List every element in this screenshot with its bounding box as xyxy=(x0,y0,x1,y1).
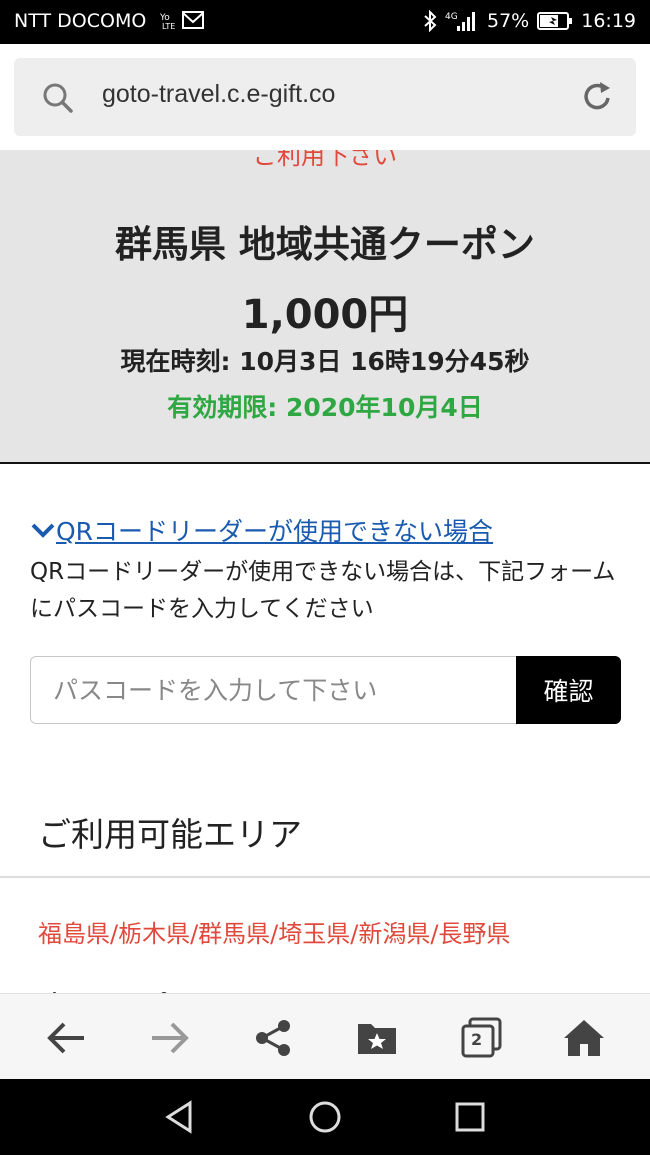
qr-description: QRコードリーダーが使用できない場合は、下記フォームにパスコードを入力してくださ… xyxy=(30,559,616,622)
coupon-header: ご利用下さい 群馬県 地域共通クーポン 1,000円 現在時刻: 10月3日 1… xyxy=(0,150,650,464)
forward-arrow-icon xyxy=(152,1022,189,1054)
battery-percent: 57% xyxy=(487,10,530,32)
url-text[interactable]: goto-travel.c.e-gift.co xyxy=(102,80,335,109)
coupon-cut-text: ご利用下さい xyxy=(253,150,397,170)
svg-text:LTE: LTE xyxy=(162,22,175,30)
home-circle-icon[interactable] xyxy=(307,1099,343,1135)
qr-link-label: QRコードリーダーが使用できない場合 xyxy=(56,517,494,546)
carrier-name: NTT DOCOMO xyxy=(14,10,147,32)
back-triangle-icon[interactable] xyxy=(162,1099,198,1135)
recents-square-icon[interactable] xyxy=(452,1099,488,1135)
tabs-button[interactable]: 2 xyxy=(459,1016,503,1060)
divider xyxy=(0,876,650,878)
qr-unavailable-link[interactable]: QRコードリーダーが使用できない場合 xyxy=(30,512,493,548)
address-bar[interactable]: goto-travel.c.e-gift.co xyxy=(14,58,636,136)
home-icon xyxy=(564,1020,604,1056)
area-list: 福島県/栃木県/群馬県/埼玉県/新潟県/長野県 xyxy=(38,920,511,948)
system-nav-bar xyxy=(0,1079,650,1155)
battery-icon xyxy=(537,12,573,30)
share-button[interactable] xyxy=(251,1016,295,1060)
back-arrow-icon xyxy=(47,1022,84,1054)
bluetooth-icon xyxy=(424,10,437,32)
expiry-date: 有効期限: 2020年10月4日 xyxy=(167,393,483,422)
browser-address-area: goto-travel.c.e-gift.co xyxy=(0,44,650,150)
confirm-button[interactable]: 確認 xyxy=(516,656,621,724)
search-icon xyxy=(43,83,73,113)
area-heading: ご利用可能エリア xyxy=(38,815,302,854)
tab-count: 2 xyxy=(471,1030,483,1049)
chevron-down-icon xyxy=(31,523,55,538)
back-button[interactable] xyxy=(44,1016,88,1060)
forward-button[interactable] xyxy=(148,1016,192,1060)
signal-4g-icon: 4G xyxy=(445,12,475,31)
home-button[interactable] xyxy=(562,1016,606,1060)
svg-text:4G: 4G xyxy=(445,12,458,22)
current-time: 現在時刻: 10月3日 16時19分45秒 xyxy=(120,347,530,376)
bookmarks-icon xyxy=(358,1024,396,1054)
status-bar: NTT DOCOMO Yo LTE 4G 57% 16:19 xyxy=(0,0,650,44)
clock: 16:19 xyxy=(581,10,636,32)
reload-icon[interactable] xyxy=(582,80,614,114)
browser-toolbar: 2 xyxy=(0,993,650,1079)
share-icon xyxy=(256,1020,290,1056)
mail-icon xyxy=(182,11,204,29)
bookmarks-button[interactable] xyxy=(355,1016,399,1060)
passcode-input[interactable] xyxy=(30,656,518,724)
coupon-amount: 1,000円 xyxy=(241,292,409,338)
coupon-title: 群馬県 地域共通クーポン xyxy=(115,223,535,266)
volte-icon: YoLTE xyxy=(160,13,175,30)
